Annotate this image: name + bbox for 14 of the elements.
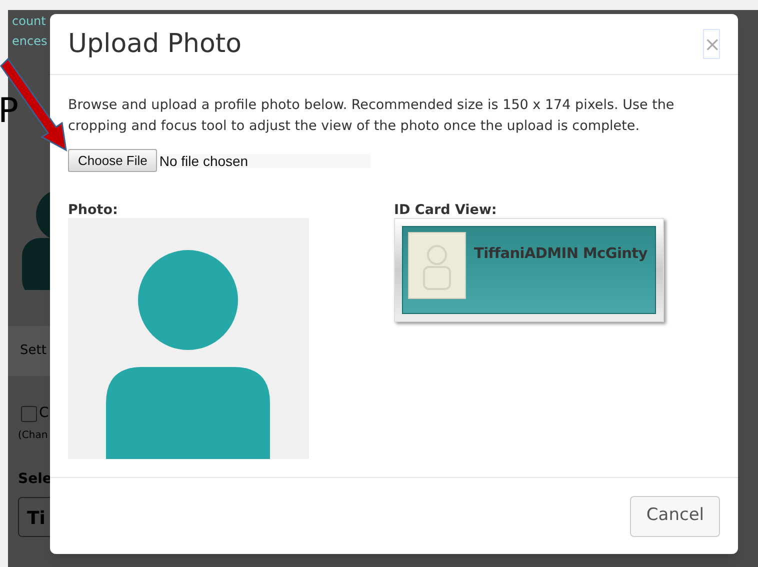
arrow-icon — [0, 56, 68, 152]
file-status: No file chosen — [157, 154, 372, 168]
card-name: TiffaniADMIN McGinty — [474, 245, 648, 264]
hint-text: (Chan — [18, 429, 48, 443]
checkbox-label: C — [39, 404, 49, 423]
checkbox[interactable] — [21, 406, 37, 422]
choose-file-button[interactable]: Choose File — [68, 149, 158, 172]
select-label: Sele — [18, 470, 52, 489]
id-card-label: ID Card View: — [394, 201, 498, 218]
dialog-title: Upload Photo — [68, 28, 242, 60]
person-icon — [408, 232, 466, 299]
instructions-text: Browse and upload a profile photo below. Recommended size is 150 x 174 pixels. Use the cropping and focus tool to adjust the view of the photo once the upload is complete. — [68, 96, 676, 136]
photo-label: Photo: — [68, 201, 119, 218]
cancel-button[interactable]: Cancel — [630, 496, 720, 536]
